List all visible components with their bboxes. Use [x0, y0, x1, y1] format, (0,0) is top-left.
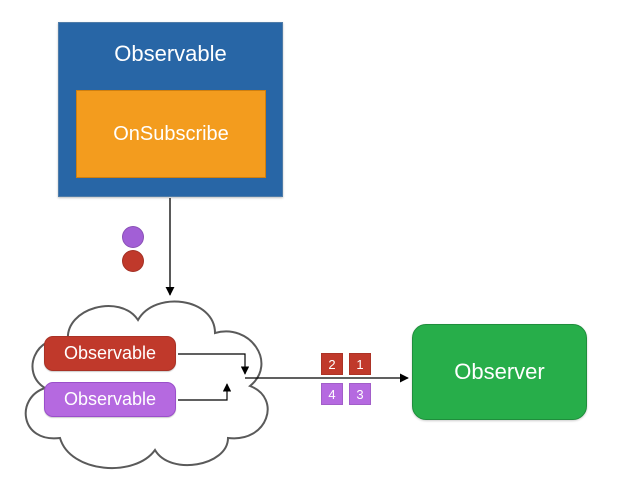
stream-item-2: 2	[321, 353, 343, 375]
onsubscribe-label: OnSubscribe	[113, 123, 229, 146]
emitted-purple-circle	[122, 226, 144, 248]
observer-box: Observer	[412, 324, 587, 420]
stream-item-4: 4	[321, 383, 343, 405]
inner-observable-red: Observable	[44, 336, 176, 371]
inner-observable-purple-label: Observable	[64, 389, 156, 410]
observable-title: Observable	[59, 41, 282, 67]
operator-cloud	[10, 278, 280, 473]
stream-item-1: 1	[349, 353, 371, 375]
diagram-stage: Observable OnSubscribe Observable Observ…	[0, 0, 628, 502]
cloud-icon	[10, 278, 280, 473]
stream-item-3: 3	[349, 383, 371, 405]
inner-observable-purple: Observable	[44, 382, 176, 417]
emitted-red-circle	[122, 250, 144, 272]
onsubscribe-box: OnSubscribe	[76, 90, 266, 178]
inner-observable-red-label: Observable	[64, 343, 156, 364]
observer-label: Observer	[454, 359, 544, 385]
